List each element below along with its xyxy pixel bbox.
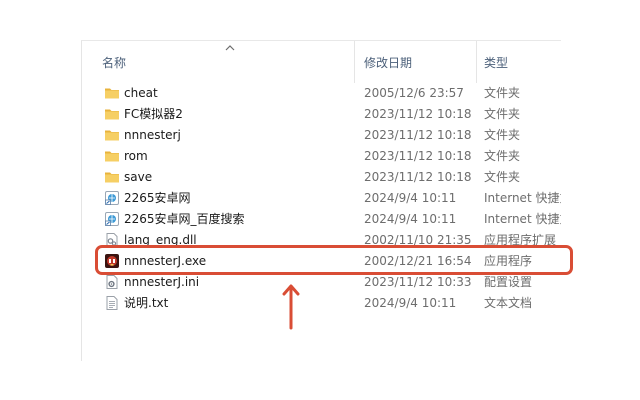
file-date-modified: 2002/12/21 16:54 bbox=[364, 254, 472, 268]
file-type: 文件夹 bbox=[484, 107, 521, 121]
file-date-modified: 2023/11/12 10:33 bbox=[364, 275, 472, 289]
file-date-modified: 2002/11/10 21:35 bbox=[364, 233, 472, 247]
file-type: 应用程序扩展 bbox=[484, 233, 557, 247]
column-divider[interactable] bbox=[354, 41, 355, 83]
file-name: 2265安卓网 bbox=[124, 191, 191, 205]
column-header-date-modified[interactable]: 修改日期 bbox=[364, 53, 474, 73]
file-explorer-list: 名称 修改日期 类型 cheat 2005/12/6 23:57 文件夹 FC模拟器2… bbox=[81, 40, 561, 361]
file-row[interactable]: cheat 2005/12/6 23:57 文件夹 bbox=[82, 83, 561, 104]
text-document-icon bbox=[104, 295, 120, 312]
file-date-modified: 2023/11/12 10:18 bbox=[364, 107, 472, 121]
file-name: 说明.txt bbox=[124, 296, 169, 310]
file-type: 文件夹 bbox=[484, 149, 521, 163]
file-row[interactable]: 说明.txt 2024/9/4 10:11 文本文档 bbox=[82, 293, 561, 314]
file-name: nnnesterj bbox=[124, 128, 181, 142]
dll-file-icon bbox=[104, 232, 120, 249]
file-date-modified: 2024/9/4 10:11 bbox=[364, 191, 457, 205]
internet-shortcut-icon bbox=[104, 211, 120, 228]
file-type: Internet 快捷方 bbox=[484, 212, 561, 226]
screenshot-stage: 名称 修改日期 类型 cheat 2005/12/6 23:57 文件夹 FC模拟器2… bbox=[0, 0, 640, 400]
folder-icon bbox=[104, 106, 120, 123]
file-type: 文件夹 bbox=[484, 86, 521, 100]
file-row[interactable]: 2265安卓网_百度搜索 2024/9/4 10:11 Internet 快捷方 bbox=[82, 209, 561, 230]
folder-icon bbox=[104, 148, 120, 165]
file-date-modified: 2023/11/12 10:18 bbox=[364, 128, 472, 142]
file-type: 文件夹 bbox=[484, 170, 521, 184]
file-date-modified: 2024/9/4 10:11 bbox=[364, 296, 457, 310]
file-type: 文件夹 bbox=[484, 128, 521, 142]
file-date-modified: 2024/9/4 10:11 bbox=[364, 212, 457, 226]
file-name: cheat bbox=[124, 86, 158, 100]
sort-ascending-icon[interactable] bbox=[224, 43, 236, 53]
file-list: cheat 2005/12/6 23:57 文件夹 FC模拟器2 2023/11/12 … bbox=[82, 83, 561, 314]
file-name: lang_eng.dll bbox=[124, 233, 197, 247]
file-row[interactable]: nnnesterJ.ini 2023/11/12 10:33 配置设置 bbox=[82, 272, 561, 293]
file-date-modified: 2023/11/12 10:18 bbox=[364, 170, 472, 184]
exe-app-icon bbox=[104, 253, 120, 270]
internet-shortcut-icon bbox=[104, 190, 120, 207]
folder-icon bbox=[104, 85, 120, 102]
file-row[interactable]: nnnesterj 2023/11/12 10:18 文件夹 bbox=[82, 125, 561, 146]
folder-icon bbox=[104, 169, 120, 186]
file-row[interactable]: nnnesterJ.exe 2002/12/21 16:54 应用程序 bbox=[82, 251, 561, 272]
column-header: 名称 修改日期 类型 bbox=[82, 41, 561, 83]
column-header-type[interactable]: 类型 bbox=[484, 53, 561, 73]
file-type: 配置设置 bbox=[484, 275, 533, 289]
column-header-name[interactable]: 名称 bbox=[102, 53, 352, 73]
file-name: FC模拟器2 bbox=[124, 107, 183, 121]
file-row[interactable]: rom 2023/11/12 10:18 文件夹 bbox=[82, 146, 561, 167]
file-row[interactable]: lang_eng.dll 2002/11/10 21:35 应用程序扩展 bbox=[82, 230, 561, 251]
file-name: nnnesterJ.exe bbox=[124, 254, 207, 268]
file-name: 2265安卓网_百度搜索 bbox=[124, 212, 245, 226]
column-divider[interactable] bbox=[476, 41, 477, 83]
file-name: save bbox=[124, 170, 153, 184]
file-row[interactable]: 2265安卓网 2024/9/4 10:11 Internet 快捷方 bbox=[82, 188, 561, 209]
file-date-modified: 2023/11/12 10:18 bbox=[364, 149, 472, 163]
file-name: rom bbox=[124, 149, 148, 163]
file-name: nnnesterJ.ini bbox=[124, 275, 200, 289]
file-type: Internet 快捷方 bbox=[484, 191, 561, 205]
file-row[interactable]: FC模拟器2 2023/11/12 10:18 文件夹 bbox=[82, 104, 561, 125]
ini-settings-icon bbox=[104, 274, 120, 291]
file-date-modified: 2005/12/6 23:57 bbox=[364, 86, 464, 100]
folder-icon bbox=[104, 127, 120, 144]
file-row[interactable]: save 2023/11/12 10:18 文件夹 bbox=[82, 167, 561, 188]
file-type: 文本文档 bbox=[484, 296, 533, 310]
file-type: 应用程序 bbox=[484, 254, 533, 268]
